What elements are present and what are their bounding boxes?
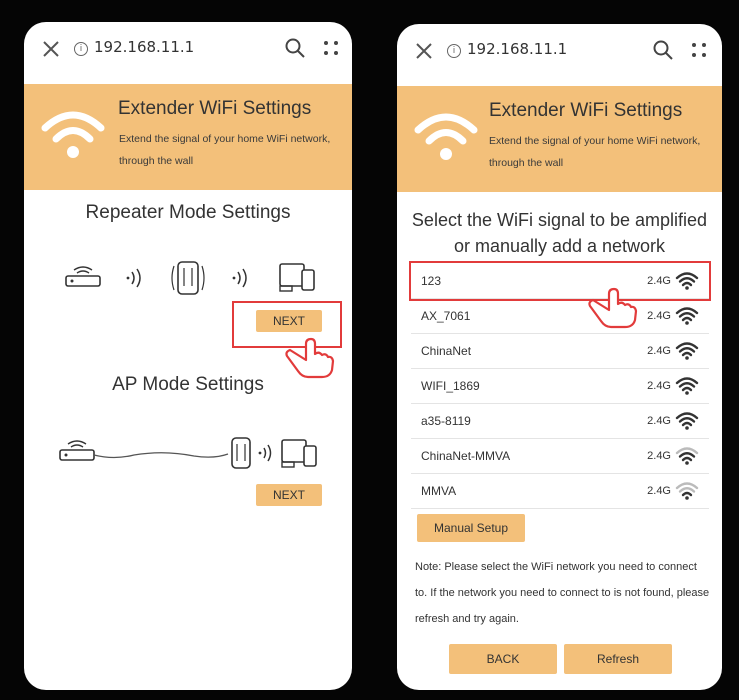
wifi-signal-icon xyxy=(675,377,699,395)
url-text[interactable]: 192.168.11.1 xyxy=(94,38,194,56)
repeater-next-button[interactable]: NEXT xyxy=(256,310,322,332)
devices-icon xyxy=(281,439,317,468)
network-ssid: MMVA xyxy=(421,484,457,498)
network-row[interactable]: WIFI_1869 2.4G xyxy=(411,369,709,404)
network-band: 2.4G xyxy=(647,415,671,427)
hand-pointer-icon xyxy=(588,287,638,329)
ap-diagram xyxy=(59,437,317,469)
wifi-signal-icon xyxy=(675,342,699,360)
wifi-signal-icon xyxy=(675,447,699,465)
router-icon xyxy=(59,440,95,461)
signal-waves-icon xyxy=(126,268,141,288)
network-ssid: ChinaNet xyxy=(421,344,472,358)
search-icon[interactable] xyxy=(284,37,306,59)
help-note: Note: Please select the WiFi network you… xyxy=(415,561,710,625)
close-icon[interactable] xyxy=(40,38,62,60)
repeater-diagram xyxy=(65,261,315,295)
network-band: 2.4G xyxy=(647,380,671,392)
right-phone-screen: i 192.168.11.1 Extender WiFi Settings Ex… xyxy=(397,24,722,690)
wifi-icon xyxy=(41,111,105,158)
manual-setup-button[interactable]: Manual Setup xyxy=(417,514,525,542)
info-icon[interactable]: i xyxy=(74,42,88,56)
extender-icon xyxy=(231,437,251,469)
wifi-icon xyxy=(414,113,478,160)
ap-mode-title: AP Mode Settings xyxy=(112,374,264,395)
network-row[interactable]: a35-8119 2.4G xyxy=(411,404,709,439)
banner-subtitle: Extend the signal of your home WiFi netw… xyxy=(489,135,701,169)
browser-url-bar: i 192.168.11.1 xyxy=(24,22,352,84)
menu-dots-icon[interactable] xyxy=(690,41,708,59)
refresh-button[interactable]: Refresh xyxy=(564,644,672,674)
devices-icon xyxy=(279,263,315,292)
select-heading-line1: Select the WiFi signal to be amplified xyxy=(411,210,708,230)
signal-waves-icon xyxy=(258,444,272,462)
network-band: 2.4G xyxy=(647,485,671,497)
network-ssid: AX_7061 xyxy=(421,309,471,323)
banner-title: Extender WiFi Settings xyxy=(489,100,683,121)
signal-waves-icon xyxy=(232,268,247,288)
close-icon[interactable] xyxy=(413,40,435,62)
ap-next-button[interactable]: NEXT xyxy=(256,484,322,506)
wifi-signal-icon xyxy=(675,412,699,430)
network-row[interactable]: ChinaNet-MMVA 2.4G xyxy=(411,439,709,474)
url-text[interactable]: 192.168.11.1 xyxy=(467,40,567,58)
router-icon xyxy=(65,266,101,287)
wifi-signal-icon xyxy=(675,307,699,325)
settings-banner: Extender WiFi Settings Extend the signal… xyxy=(397,86,722,192)
network-row[interactable]: AX_7061 2.4G xyxy=(411,299,709,334)
network-ssid: a35-8119 xyxy=(421,414,471,428)
highlight-box xyxy=(409,261,711,301)
browser-url-bar: i 192.168.11.1 xyxy=(397,24,722,86)
back-button[interactable]: BACK xyxy=(449,644,557,674)
network-ssid: WIFI_1869 xyxy=(421,379,480,393)
menu-dots-icon[interactable] xyxy=(322,39,340,57)
network-row[interactable]: ChinaNet 2.4G xyxy=(411,334,709,369)
banner-title: Extender WiFi Settings xyxy=(118,98,312,119)
info-icon[interactable]: i xyxy=(447,44,461,58)
repeater-mode-title: Repeater Mode Settings xyxy=(85,202,291,223)
extender-icon xyxy=(171,261,205,295)
network-band: 2.4G xyxy=(647,310,671,322)
settings-banner: Extender WiFi Settings Extend the signal… xyxy=(24,84,352,190)
network-band: 2.4G xyxy=(647,450,671,462)
cable-line xyxy=(93,452,229,459)
banner-subtitle: Extend the signal of your home WiFi netw… xyxy=(119,133,331,167)
network-row[interactable]: MMVA 2.4G xyxy=(411,474,709,509)
select-heading-line2: or manually add a network xyxy=(453,236,666,256)
wifi-signal-icon xyxy=(675,482,699,500)
left-phone-screen: i 192.168.11.1 Extender WiFi Settings Ex… xyxy=(24,22,352,690)
network-ssid: ChinaNet-MMVA xyxy=(421,449,511,463)
network-band: 2.4G xyxy=(647,345,671,357)
search-icon[interactable] xyxy=(652,39,674,61)
